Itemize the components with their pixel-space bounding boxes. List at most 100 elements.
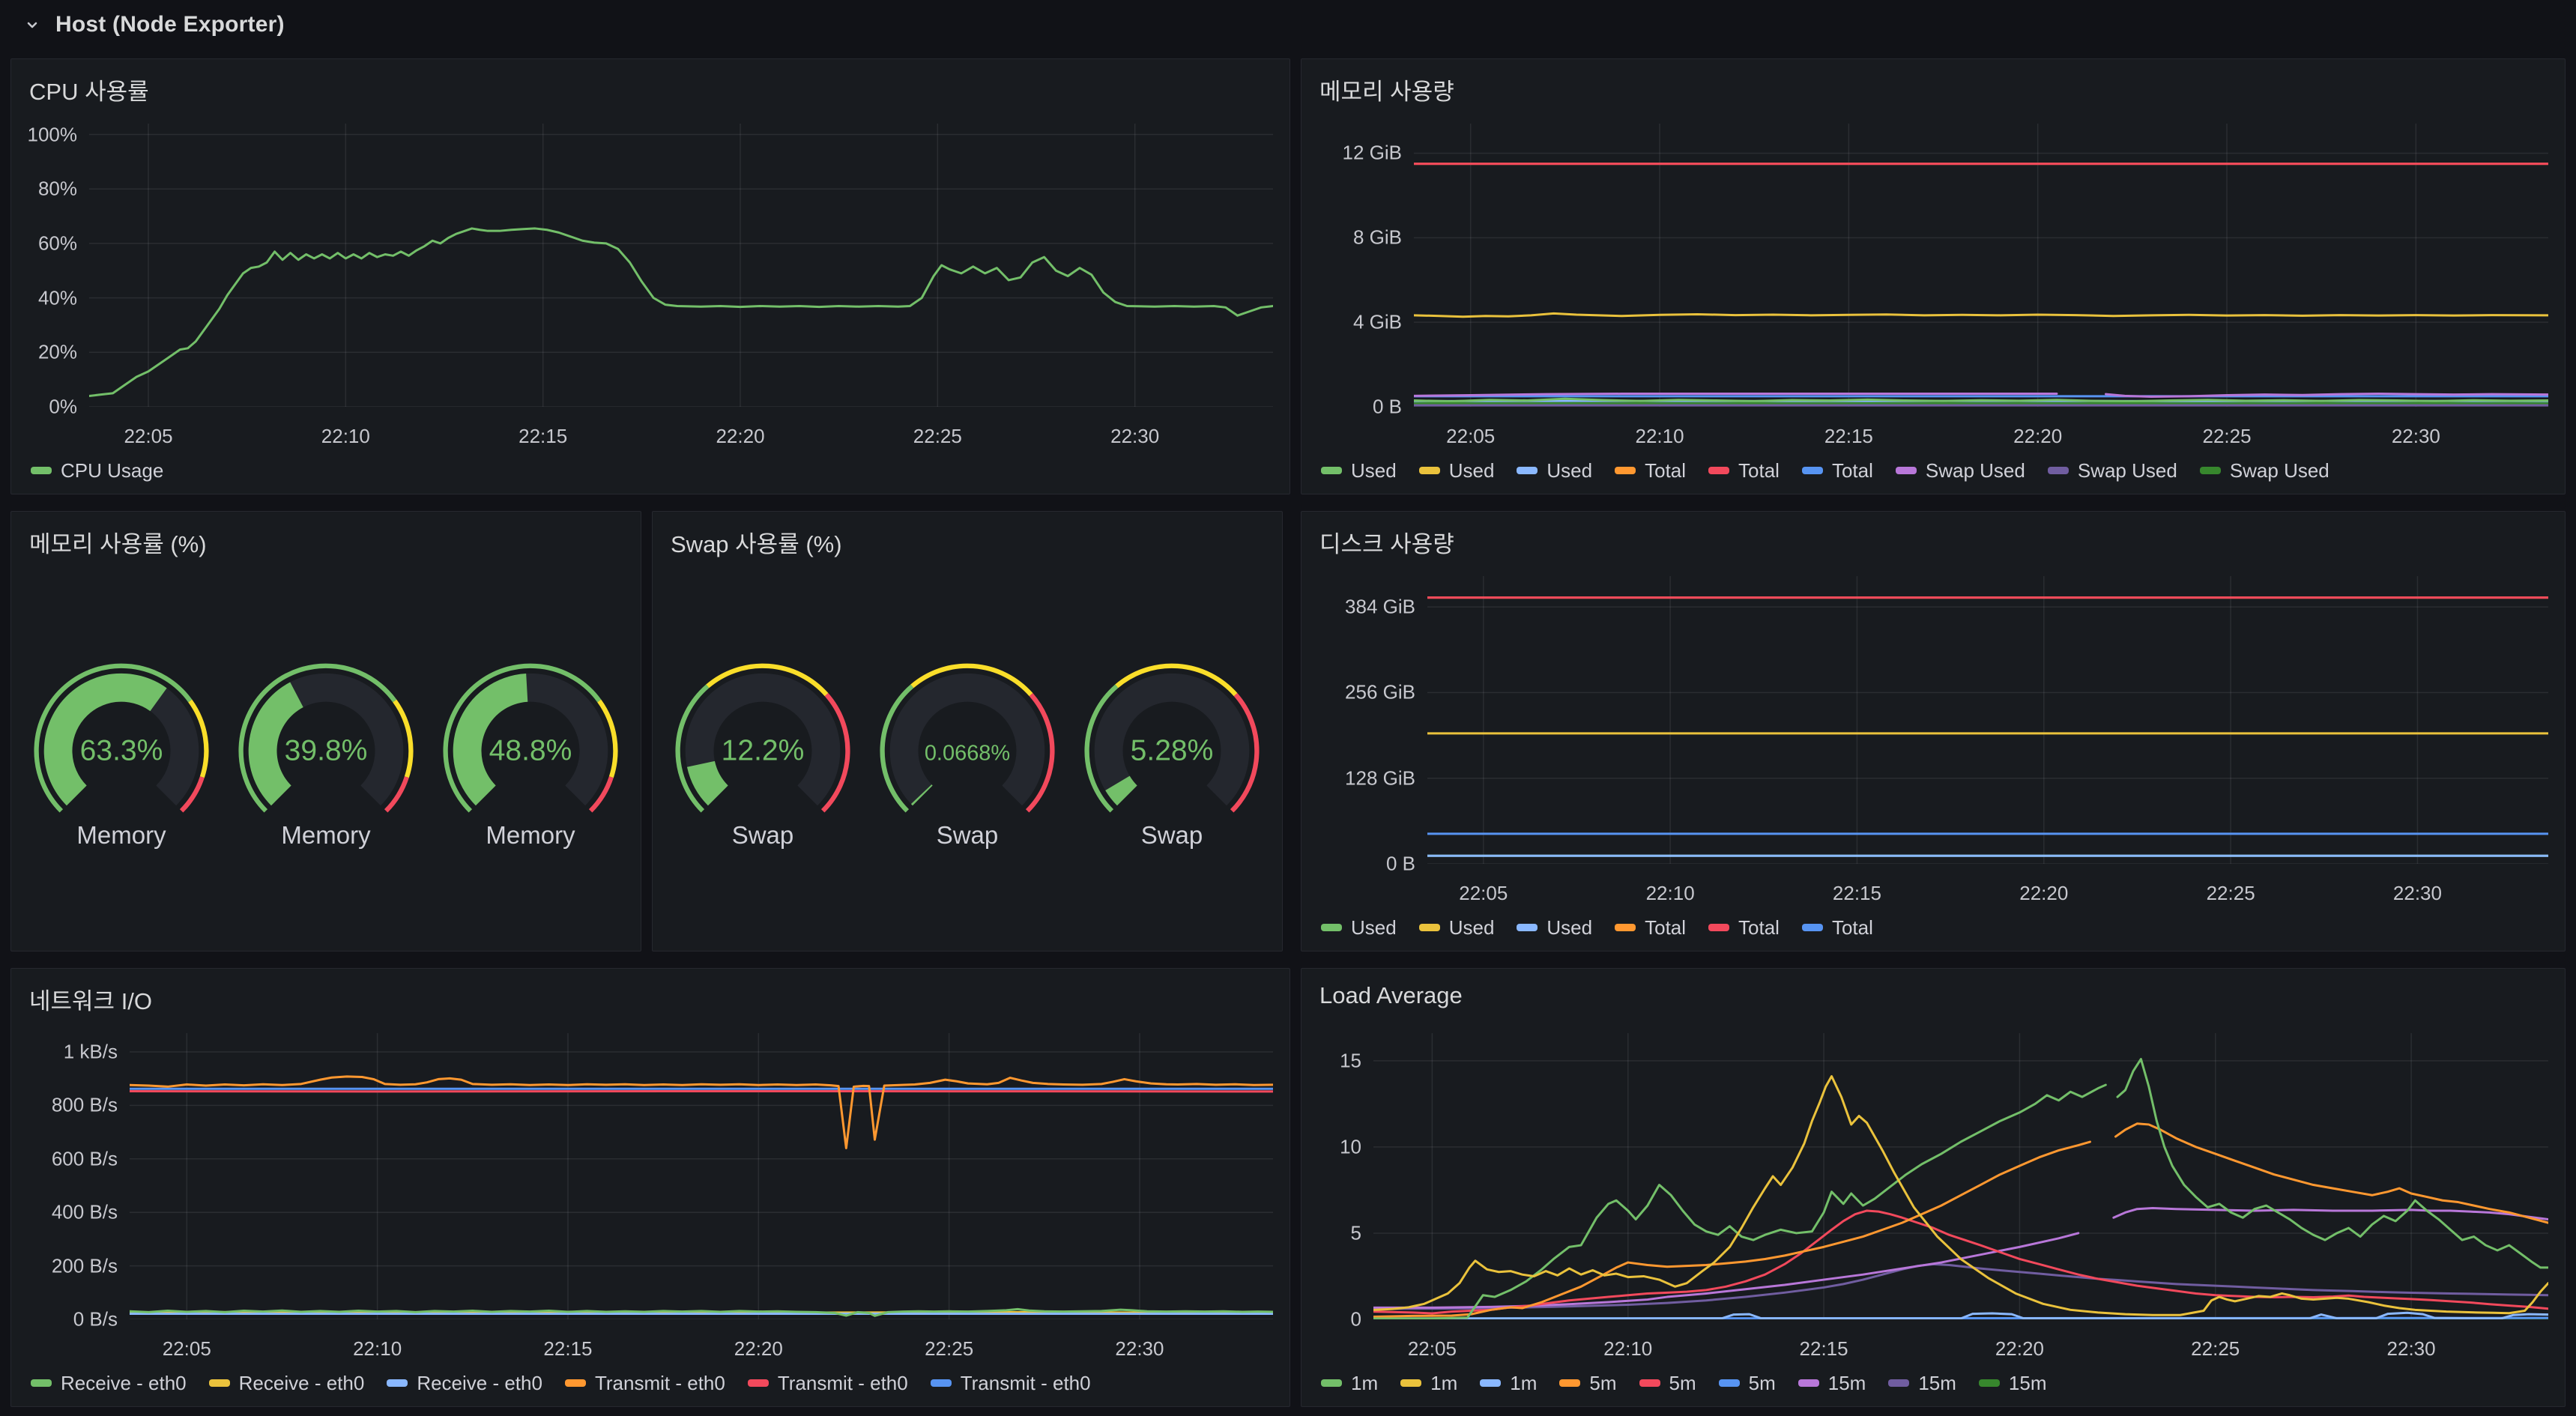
legend-item[interactable]: Total [1615, 916, 1686, 940]
legend-item[interactable]: 5m [1559, 1371, 1617, 1395]
x-tick: 22:10 [1645, 882, 1695, 904]
legend-item[interactable]: Swap Used [1895, 459, 2025, 482]
legend-item[interactable]: Total [1708, 459, 1780, 482]
legend-item[interactable]: 15m [1798, 1372, 1866, 1395]
legend-item[interactable]: Transmit - eth0 [747, 1372, 908, 1395]
legend-swatch [1517, 924, 1538, 931]
gauge-memory[interactable]: 48.8% Memory [436, 660, 625, 850]
x-tick: 22:25 [2191, 1337, 2240, 1360]
legend-item[interactable]: CPU Usage [31, 459, 163, 482]
legend-label: 15m [2008, 1371, 2047, 1394]
legend: Used Used Used Total Total Total Swap Used Swap… [1321, 453, 2554, 488]
panel-title[interactable]: 네트워크 I/O [11, 969, 1289, 1029]
legend-item[interactable]: 1m [1480, 1372, 1537, 1395]
y-tick: 20% [37, 340, 77, 363]
y-tick: 8 GiB [1352, 226, 1402, 249]
legend-label: Swap Used [1925, 459, 2025, 482]
row-title[interactable]: Host (Node Exporter) [55, 12, 285, 37]
x-tick: 22:20 [2019, 882, 2069, 904]
legend-item[interactable]: 5m [1639, 1372, 1696, 1395]
cpu-usage-chart[interactable] [89, 124, 1273, 407]
x-tick: 22:20 [716, 425, 765, 447]
x-tick: 22:25 [913, 425, 962, 447]
legend-label: 5m [1589, 1371, 1617, 1394]
legend-item[interactable]: 5m [1718, 1371, 1776, 1395]
gauge-label: Memory [281, 820, 371, 849]
gauge-memory[interactable]: 39.8% Memory [232, 660, 420, 850]
panel-memory-usage: 메모리 사용량 0 B4 GiB 8 GiB 12 GiB 22:05 22:10 22… [1301, 58, 2566, 494]
gauge-swap[interactable]: 5.28% Swap [1077, 660, 1266, 850]
y-tick: 600 B/s [51, 1147, 118, 1170]
legend-item[interactable]: Total [1708, 916, 1780, 940]
y-tick: 100% [27, 123, 78, 146]
legend-item[interactable]: Receive - eth0 [31, 1372, 187, 1395]
legend-label: Total [1645, 459, 1687, 482]
legend-swatch [1895, 467, 1917, 474]
gauge-value: 39.8% [285, 734, 368, 766]
x-axis-labels: 22:05 22:10 22:15 22:20 22:25 22:30 [89, 419, 1273, 447]
x-axis-labels: 22:05 22:10 22:15 22:20 22:25 22:30 [1427, 876, 2548, 904]
x-tick: 22:15 [543, 1337, 593, 1360]
legend-item[interactable]: 1m [1400, 1372, 1457, 1395]
gauge-swap[interactable]: 0.0668% Swap [873, 660, 1062, 850]
gauge-swap[interactable]: 12.2% Swap [668, 660, 857, 850]
legend-label: 5m [1748, 1371, 1776, 1394]
legend-item[interactable]: Total [1801, 459, 1873, 482]
gauge-arc: 12.2% [675, 663, 850, 813]
legend-item[interactable]: Swap Used [2047, 459, 2177, 482]
legend-item[interactable]: Total [1615, 459, 1686, 482]
legend-item[interactable]: Swap Used [2199, 459, 2329, 482]
x-axis-labels: 22:05 22:10 22:15 22:20 22:25 22:30 [1373, 1331, 2548, 1360]
legend-item[interactable]: Used [1418, 459, 1494, 482]
legend-item[interactable]: Used [1517, 459, 1592, 482]
x-tick: 22:30 [1110, 425, 1160, 447]
load-plot-svg [1373, 1033, 2548, 1319]
memory-usage-chart[interactable] [1414, 124, 2548, 407]
legend-item[interactable]: Transmit - eth0 [564, 1372, 725, 1395]
panel-title[interactable]: 디스크 사용량 [1301, 512, 2565, 572]
legend-label: Total [1738, 459, 1780, 482]
legend-item[interactable]: Transmit - eth0 [930, 1372, 1091, 1395]
legend-item[interactable]: Receive - eth0 [387, 1372, 542, 1395]
legend-item[interactable]: Used [1418, 916, 1495, 940]
legend: 1m 1m 1m 5m 5m 5m 15m 15m 15m [1321, 1366, 2554, 1400]
network-io-chart[interactable] [130, 1033, 1273, 1319]
y-axis-labels: 0 B 4 GiB 8 GiB 12 GiB [1301, 124, 1403, 418]
x-tick: 22:10 [353, 1337, 402, 1360]
legend-item[interactable]: Receive - eth0 [208, 1372, 364, 1395]
legend-label: Swap Used [2229, 459, 2329, 482]
x-tick: 22:15 [1824, 425, 1873, 447]
x-tick: 22:05 [124, 425, 173, 447]
legend-item[interactable]: Used [1517, 916, 1592, 940]
panel-title[interactable]: Load Average [1301, 969, 2565, 1029]
y-tick: 10 [1340, 1135, 1361, 1158]
y-tick: 60% [37, 232, 77, 255]
legend-item[interactable]: Total [1801, 916, 1873, 940]
x-tick: 22:25 [925, 1337, 974, 1360]
y-tick: 15 [1340, 1049, 1361, 1072]
disk-usage-chart[interactable] [1427, 576, 2548, 864]
memory-plot-svg [1414, 124, 2548, 407]
y-tick: 12 GiB [1342, 141, 1403, 164]
legend-item[interactable]: 1m [1321, 1372, 1378, 1395]
chevron-down-icon[interactable] [22, 15, 42, 34]
legend-item[interactable]: Used [1321, 916, 1397, 940]
legend-item[interactable]: 15m [1978, 1371, 2047, 1395]
legend-item[interactable]: Used [1321, 459, 1397, 482]
y-tick: 1 kB/s [63, 1040, 118, 1063]
gauge-arc: 5.28% [1084, 663, 1260, 813]
gauge-label: Memory [76, 820, 166, 849]
panel-title[interactable]: 메모리 사용량 [1301, 59, 2565, 119]
legend-swatch [1639, 1379, 1660, 1387]
x-tick: 22:25 [2202, 425, 2252, 447]
panel-title[interactable]: CPU 사용률 [11, 59, 1289, 119]
x-axis-labels: 22:05 22:10 22:15 22:20 22:25 22:30 [130, 1331, 1273, 1360]
y-tick: 0 [1350, 1307, 1361, 1331]
load-average-chart[interactable] [1373, 1033, 2548, 1319]
legend-item[interactable]: 15m [1888, 1372, 1956, 1395]
x-axis-labels: 22:05 22:10 22:15 22:20 22:25 22:30 [1414, 419, 2548, 447]
legend-label: 15m [1918, 1371, 1956, 1394]
legend: Receive - eth0 Receive - eth0 Receive - et… [31, 1366, 1279, 1400]
gauge-memory[interactable]: 63.3% Memory [27, 660, 216, 850]
legend-label: Used [1448, 916, 1495, 939]
